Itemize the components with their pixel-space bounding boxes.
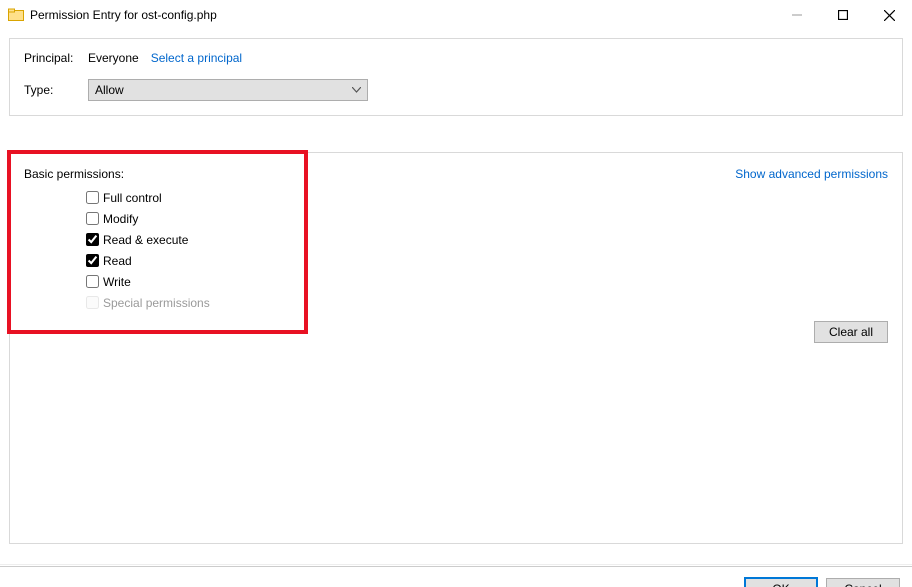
maximize-button[interactable] — [820, 0, 866, 30]
principal-value: Everyone — [88, 51, 139, 65]
permission-item[interactable]: Write — [86, 271, 888, 292]
permission-label: Full control — [103, 191, 162, 205]
principal-panel: Principal: Everyone Select a principal T… — [9, 38, 903, 116]
permission-label: Read — [103, 254, 132, 268]
permission-checkbox[interactable] — [86, 212, 99, 225]
minimize-button[interactable] — [774, 0, 820, 30]
permission-checkbox[interactable] — [86, 254, 99, 267]
permission-label: Modify — [103, 212, 138, 226]
close-button[interactable] — [866, 0, 912, 30]
permission-checkbox[interactable] — [86, 191, 99, 204]
permissions-list: Full control Modify Read & execute Read Writ… — [86, 187, 888, 313]
basic-permissions-label: Basic permissions: — [24, 167, 124, 181]
permission-item[interactable]: Read — [86, 250, 888, 271]
cancel-button[interactable]: Cancel — [826, 578, 900, 587]
chevron-down-icon — [352, 85, 361, 96]
permission-label: Read & execute — [103, 233, 188, 247]
footer: OK Cancel — [0, 567, 912, 587]
type-label: Type: — [24, 83, 88, 97]
window-title: Permission Entry for ost-config.php — [30, 8, 217, 22]
select-principal-link[interactable]: Select a principal — [151, 51, 242, 65]
permissions-panel: Basic permissions: Show advanced permiss… — [9, 152, 903, 544]
folder-icon — [8, 7, 24, 23]
permission-item[interactable]: Modify — [86, 208, 888, 229]
permission-item[interactable]: Read & execute — [86, 229, 888, 250]
permission-item[interactable]: Full control — [86, 187, 888, 208]
ok-button[interactable]: OK — [744, 577, 818, 587]
type-select[interactable]: Allow — [88, 79, 368, 101]
permission-checkbox — [86, 296, 99, 309]
titlebar: Permission Entry for ost-config.php — [0, 0, 912, 30]
permission-checkbox[interactable] — [86, 275, 99, 288]
permission-item: Special permissions — [86, 292, 888, 313]
permission-label: Special permissions — [103, 296, 210, 310]
type-select-value: Allow — [95, 83, 124, 97]
permission-label: Write — [103, 275, 131, 289]
show-advanced-link[interactable]: Show advanced permissions — [735, 167, 888, 181]
principal-label: Principal: — [24, 51, 88, 65]
clear-all-button[interactable]: Clear all — [814, 321, 888, 343]
permission-checkbox[interactable] — [86, 233, 99, 246]
